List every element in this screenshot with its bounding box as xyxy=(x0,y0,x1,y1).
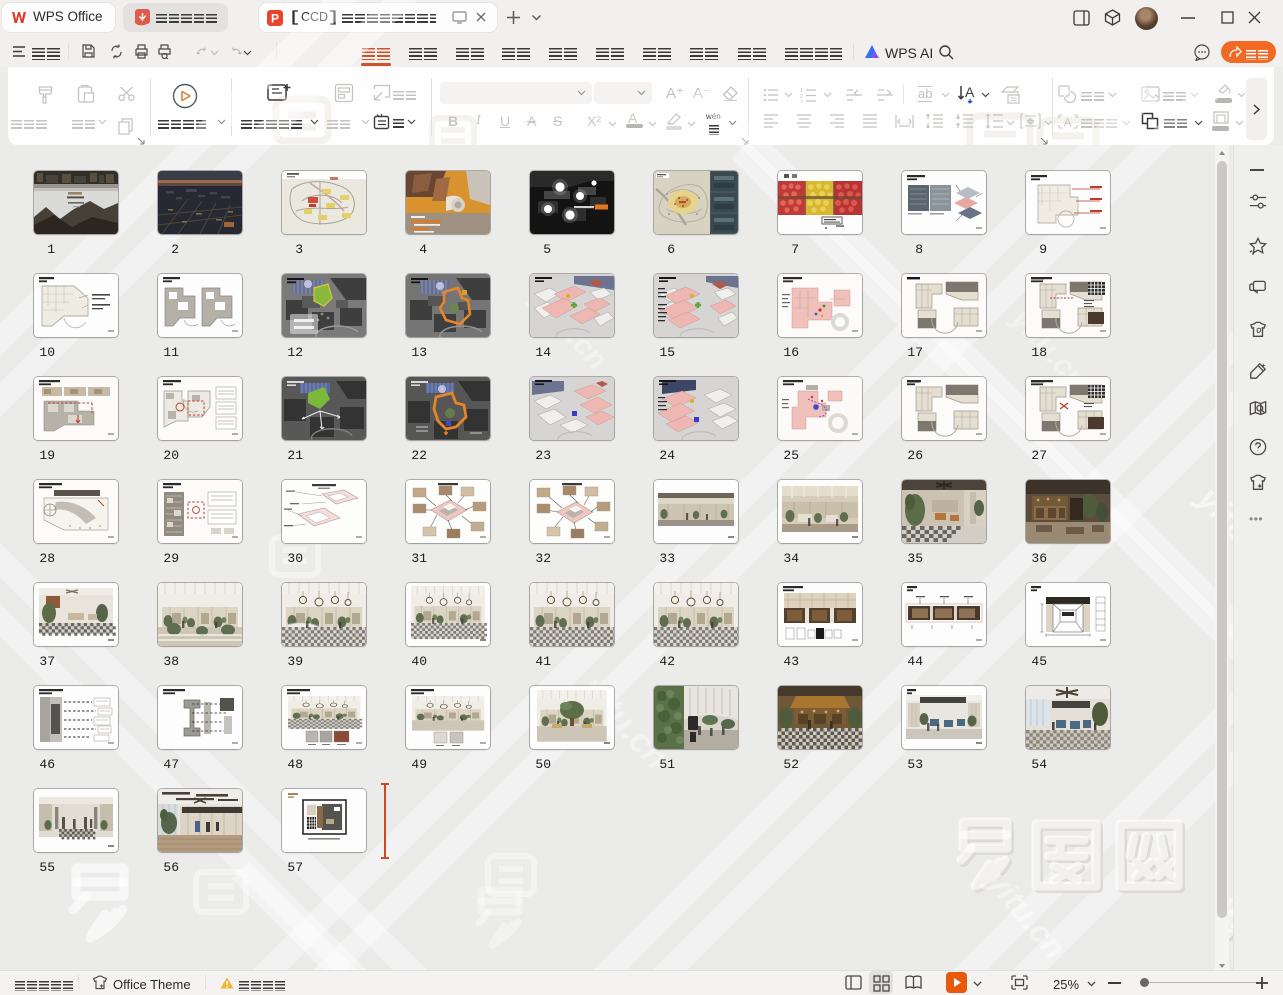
svg-text:3: 3 xyxy=(800,100,803,103)
svg-text:P: P xyxy=(271,12,279,26)
svg-text:A: A xyxy=(1064,117,1072,129)
svg-text:A: A xyxy=(965,84,975,100)
